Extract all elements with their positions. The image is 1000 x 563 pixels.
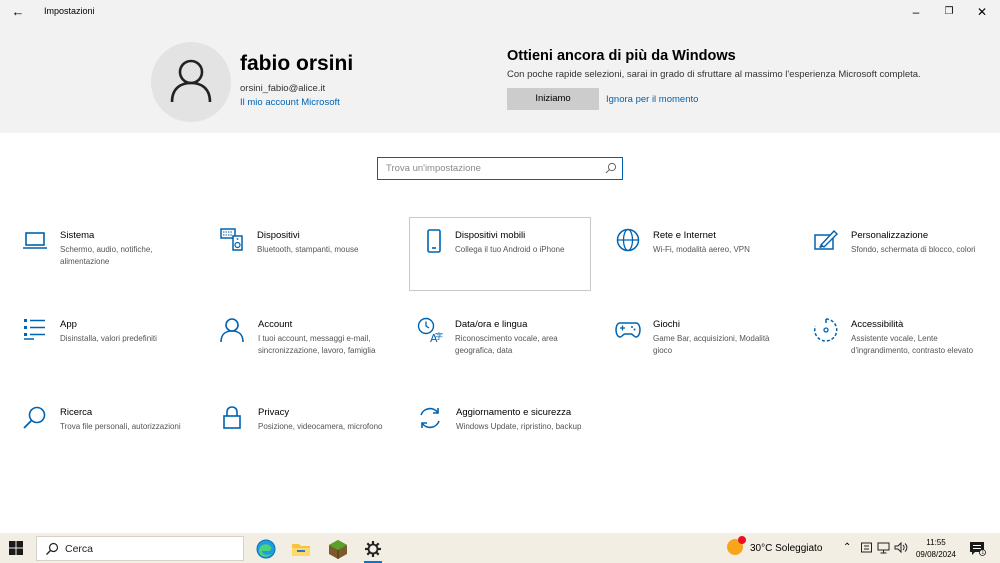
tile-desc: Posizione, videocamera, microfono xyxy=(258,422,383,431)
tile-desc: Sfondo, schermata di blocco, colori xyxy=(851,245,976,254)
tile-desc: Bluetooth, stampanti, mouse xyxy=(257,245,359,254)
laptop-icon xyxy=(23,232,47,249)
get-started-button[interactable]: Iniziamo xyxy=(507,88,599,110)
cloud-sync-icon[interactable] xyxy=(860,541,873,554)
phone-icon xyxy=(427,229,441,253)
tile-accessibilita[interactable]: Accessibilità Assistente vocale, Lente d… xyxy=(813,317,995,391)
tile-name: Rete e Internet xyxy=(653,230,716,241)
lock-icon xyxy=(223,406,241,429)
accessibility-icon xyxy=(814,318,838,342)
settings-gear-icon[interactable] xyxy=(360,536,386,563)
back-arrow-icon[interactable]: ← xyxy=(10,4,26,20)
tile-desc: Windows Update, ripristino, backup xyxy=(456,422,582,431)
tile-ricerca[interactable]: Ricerca Trova file personali, autorizzaz… xyxy=(22,405,204,479)
svg-text:1: 1 xyxy=(981,550,984,556)
weather-sun-icon[interactable] xyxy=(727,536,746,555)
tile-rete-internet[interactable]: Rete e Internet Wi-Fi, modalità aereo, V… xyxy=(615,228,797,302)
user-email: orsini_fabio@alice.it xyxy=(240,83,326,94)
close-button[interactable]: ✕ xyxy=(970,2,994,22)
tile-dispositivi-mobili[interactable]: Dispositivi mobili Collega il tuo Androi… xyxy=(409,217,591,291)
edge-icon[interactable] xyxy=(253,536,279,562)
app-list-icon xyxy=(24,319,45,340)
promo-title: Ottieni ancora di più da Windows xyxy=(507,48,736,64)
taskbar-search-label: Cerca xyxy=(65,543,94,555)
time-language-icon: A 字 xyxy=(417,317,443,343)
microsoft-account-link[interactable]: Il mio account Microsoft xyxy=(240,97,340,108)
tile-giochi[interactable]: Giochi Game Bar, acquisizioni, Modalità … xyxy=(615,317,797,391)
tile-privacy[interactable]: Privacy Posizione, videocamera, microfon… xyxy=(219,405,401,479)
tile-name: Personalizzazione xyxy=(851,230,929,241)
tile-sistema[interactable]: Sistema Schermo, audio, notifiche, alime… xyxy=(22,228,204,302)
clock-time: 11:55 xyxy=(926,538,946,547)
taskbar: Cerca 30°C Soleggiato ⌃ 11:55 09/08/2024… xyxy=(0,533,1000,563)
globe-icon xyxy=(616,228,640,252)
tile-name: Sistema xyxy=(60,230,95,241)
search-icon[interactable] xyxy=(605,162,617,174)
network-icon[interactable] xyxy=(877,541,890,554)
tile-desc: Schermo, audio, notifiche, alimentazione xyxy=(60,245,153,266)
tile-aggiornamento-sicurezza[interactable]: Aggiornamento e sicurezza Windows Update… xyxy=(417,405,599,479)
tile-personalizzazione[interactable]: Personalizzazione Sfondo, schermata di b… xyxy=(813,228,995,302)
user-name: fabio orsini xyxy=(240,52,354,75)
tile-desc: Game Bar, acquisizioni, Modalità gioco xyxy=(653,334,770,355)
minecraft-icon[interactable] xyxy=(325,536,351,562)
volume-icon[interactable] xyxy=(894,541,908,554)
tile-name: Privacy xyxy=(258,407,290,418)
tile-dispositivi[interactable]: Dispositivi Bluetooth, stampanti, mouse xyxy=(219,228,401,302)
tile-name: Giochi xyxy=(653,319,680,330)
tile-account[interactable]: Account I tuoi account, messaggi e-mail,… xyxy=(219,317,401,391)
notification-center-icon[interactable]: 1 xyxy=(968,540,986,556)
maximize-button[interactable]: ❐ xyxy=(937,2,961,22)
tile-desc: Wi-Fi, modalità aereo, VPN xyxy=(653,245,750,254)
search-placeholder: Trova un'impostazione xyxy=(386,163,481,174)
person-avatar-icon xyxy=(170,59,212,103)
search-icon xyxy=(23,406,46,429)
tile-name: Dispositivi mobili xyxy=(455,230,526,241)
tile-name: Ricerca xyxy=(60,407,93,418)
tile-desc: Collega il tuo Android o iPhone xyxy=(455,245,565,254)
tile-name: Data/ora e lingua xyxy=(455,319,528,330)
file-explorer-icon[interactable] xyxy=(288,536,314,562)
tile-name: Account xyxy=(258,319,293,330)
tile-desc: Assistente vocale, Lente d'ingrandimento… xyxy=(851,334,974,355)
tile-desc: I tuoi account, messaggi e-mail, sincron… xyxy=(258,334,376,355)
account-header: fabio orsini orsini_fabio@alice.it Il mi… xyxy=(0,24,1000,133)
keyboard-speaker-icon xyxy=(220,228,243,251)
update-icon xyxy=(420,407,440,429)
title-bar: ← Impostazioni – ❐ ✕ xyxy=(0,0,1000,24)
tile-app[interactable]: App Disinstalla, valori predefiniti xyxy=(22,317,204,391)
tile-data-ora-lingua[interactable]: A 字 Data/ora e lingua Riconoscimento voc… xyxy=(417,317,599,391)
tile-name: Accessibilità xyxy=(851,319,904,330)
avatar[interactable] xyxy=(151,42,231,122)
tile-desc: Riconoscimento vocale, area geografica, … xyxy=(455,334,558,355)
weather-text[interactable]: 30°C Soleggiato xyxy=(750,543,822,554)
taskbar-search-box[interactable]: Cerca xyxy=(36,536,244,561)
tile-name: Dispositivi xyxy=(257,230,300,241)
tile-desc: Disinstalla, valori predefiniti xyxy=(60,334,157,343)
gamepad-icon xyxy=(615,322,641,338)
settings-search-input[interactable]: Trova un'impostazione xyxy=(377,157,623,180)
windows-start-icon[interactable] xyxy=(8,540,24,556)
minimize-button[interactable]: – xyxy=(904,2,928,22)
window-title: Impostazioni xyxy=(44,6,95,16)
tile-name: App xyxy=(60,319,77,330)
tile-desc: Trova file personali, autorizzazioni xyxy=(60,422,181,431)
clock-date: 09/08/2024 xyxy=(915,550,957,559)
promo-text: Con poche rapide selezioni, sarai in gra… xyxy=(507,69,921,80)
skip-link[interactable]: Ignora per il momento xyxy=(606,94,698,105)
notification-dot xyxy=(738,536,746,544)
tile-name: Aggiornamento e sicurezza xyxy=(456,407,572,418)
paint-icon xyxy=(814,229,838,250)
search-icon xyxy=(46,542,59,555)
person-icon xyxy=(220,318,244,343)
svg-text:字: 字 xyxy=(435,331,443,341)
clock[interactable]: 11:55 09/08/2024 xyxy=(914,537,958,561)
chevron-up-icon[interactable]: ⌃ xyxy=(843,542,851,553)
